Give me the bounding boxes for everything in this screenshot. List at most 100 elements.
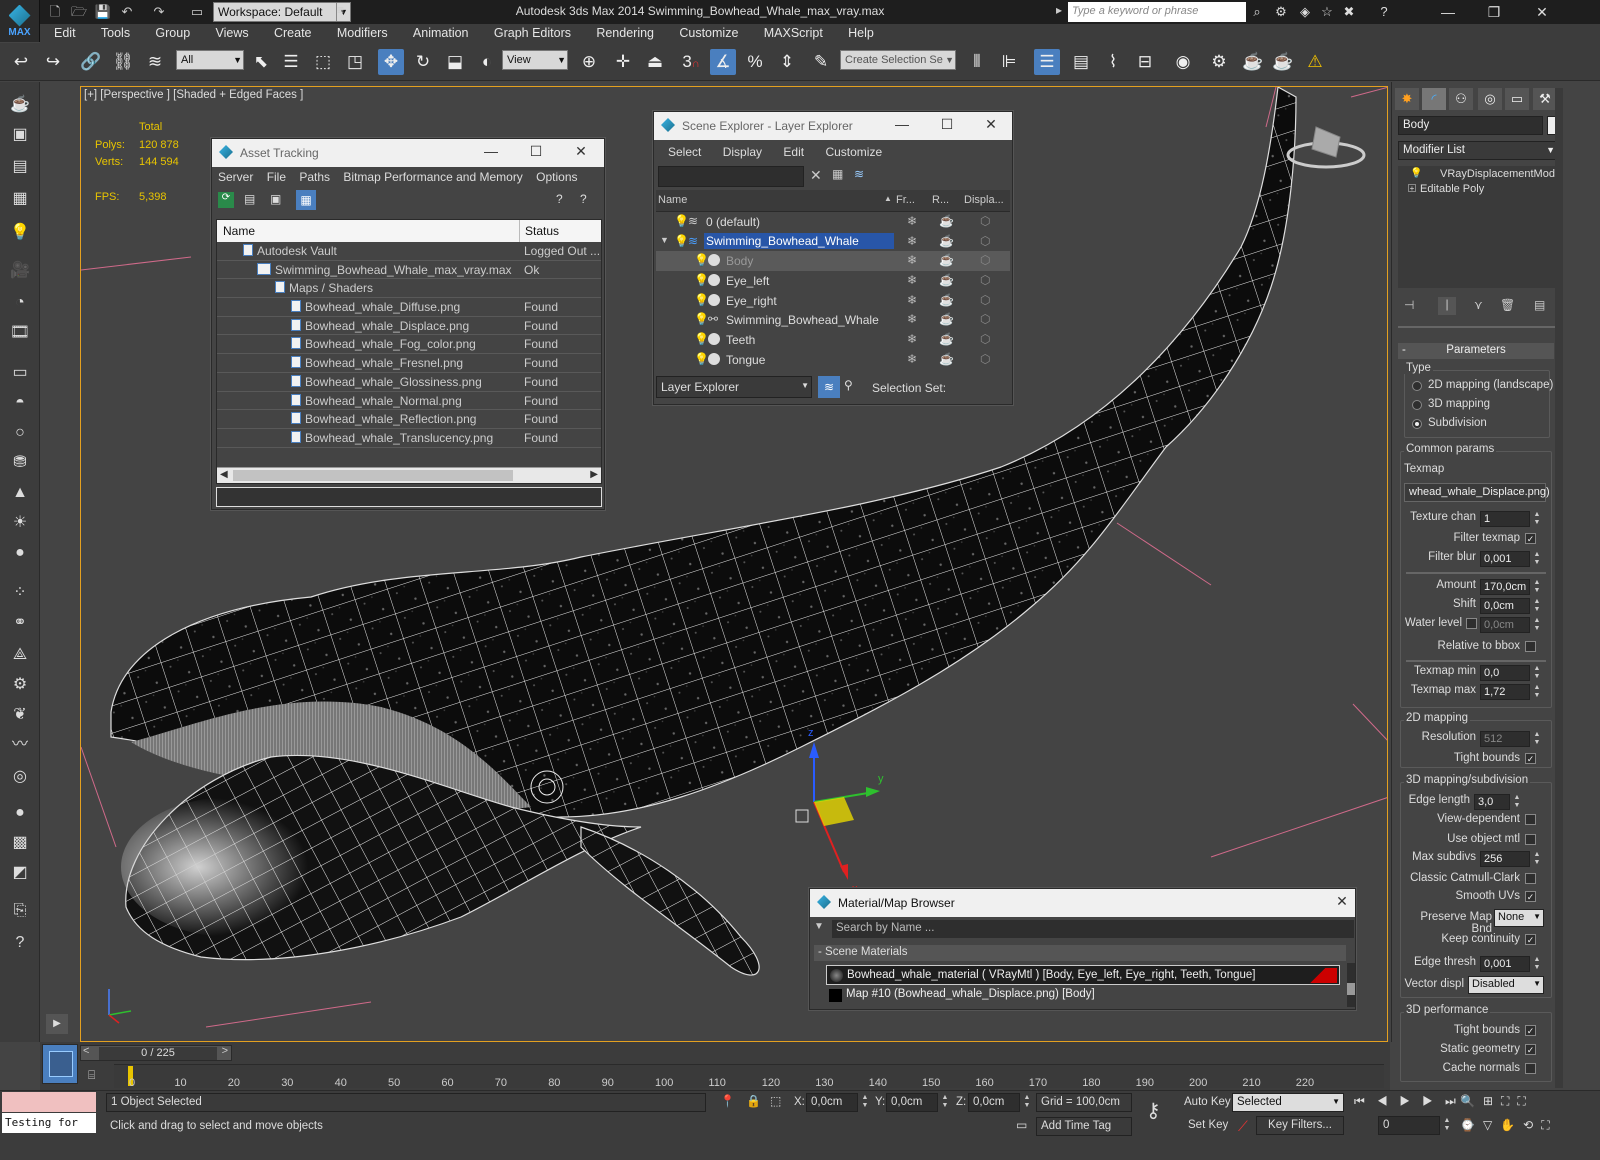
light-bulb-icon[interactable]: 💡 bbox=[1410, 168, 1422, 179]
exchange-icon[interactable]: ✖ bbox=[1340, 3, 1358, 21]
redo-icon[interactable]: ↪ bbox=[40, 49, 66, 75]
maxscript-input[interactable]: Testing for bbox=[2, 1113, 96, 1133]
col-name-header[interactable]: Name bbox=[223, 224, 255, 238]
light-bulb-icon[interactable]: 💡 bbox=[694, 333, 709, 345]
menu-rendering[interactable]: Rendering bbox=[596, 24, 654, 42]
table-view-icon[interactable]: ▦ bbox=[296, 190, 316, 210]
context-help-icon[interactable]: ? bbox=[580, 192, 587, 206]
keep-continuity-checkbox[interactable]: ✓ bbox=[1525, 934, 1536, 945]
max-subdivs-spinner[interactable]: 256 bbox=[1480, 851, 1530, 867]
freeze-icon[interactable]: ❄ bbox=[907, 234, 917, 248]
list-item[interactable]: 💡 Teeth ❄ ☕ ⬡ bbox=[656, 330, 1010, 350]
render-teapot-icon[interactable]: ☕ bbox=[939, 234, 954, 248]
table-row[interactable]: Swimming_Bowhead_Whale_max_vray.max Ok bbox=[217, 261, 601, 280]
radio-3d-mapping[interactable] bbox=[1412, 400, 1422, 410]
spinner-arrows-icon[interactable]: ▲ ▼ bbox=[1442, 1117, 1452, 1133]
rotate-icon[interactable]: ↻ bbox=[410, 49, 436, 75]
keyword-search-input[interactable]: Type a keyword or phrase bbox=[1068, 2, 1246, 22]
menu-server[interactable]: Server bbox=[218, 170, 253, 184]
light-bulb-icon[interactable]: 💡 bbox=[694, 353, 709, 365]
relative-bbox-checkbox[interactable] bbox=[1525, 641, 1536, 652]
horizontal-scrollbar[interactable]: ◀ ▶ bbox=[217, 467, 601, 483]
search-expand-icon[interactable]: ▸ bbox=[1056, 3, 1062, 17]
motion-tab-icon[interactable]: ◎ bbox=[1478, 88, 1502, 110]
list-item[interactable]: 💡 ⚯ Swimming_Bowhead_Whale ❄ ☕ ⬡ bbox=[656, 310, 1010, 330]
maximize-button[interactable]: ☐ bbox=[932, 116, 962, 133]
table-row[interactable]: Bowhead_whale_Diffuse.png Found bbox=[217, 298, 601, 317]
basket-icon[interactable]: ⛃ bbox=[7, 450, 33, 476]
view-dependent-checkbox[interactable] bbox=[1525, 814, 1536, 825]
maximize-viewport-icon[interactable]: ⛶ bbox=[1541, 1118, 1557, 1132]
map-item[interactable]: Map #10 (Bowhead_whale_Displace.png) [Bo… bbox=[826, 986, 1340, 1005]
parameters-rollout-header[interactable]: - Parameters bbox=[1398, 343, 1554, 359]
orbit-icon[interactable]: ⟲ bbox=[1523, 1118, 1541, 1132]
menu-edit[interactable]: Edit bbox=[54, 24, 76, 42]
zoom-extents-all-icon[interactable]: ⛶ bbox=[1517, 1094, 1533, 1108]
curve-editor-icon[interactable]: ⌇ bbox=[1100, 49, 1126, 75]
radio-subdivision[interactable] bbox=[1412, 419, 1422, 429]
refresh-icon[interactable]: ⟳ bbox=[218, 192, 234, 208]
play-icon[interactable]: ▶ bbox=[1400, 1094, 1423, 1108]
menu-modifiers[interactable]: Modifiers bbox=[337, 24, 388, 42]
edit-named-selection-icon[interactable]: ✎ bbox=[808, 49, 834, 75]
asset-path-field[interactable] bbox=[216, 487, 602, 507]
freeze-icon[interactable]: ❄ bbox=[907, 273, 917, 287]
bind-spacewarp-icon[interactable]: ≋ bbox=[142, 49, 168, 75]
hair-fur-icon[interactable]: 〰 bbox=[7, 732, 33, 758]
geodesic-icon[interactable]: ⟁ bbox=[7, 642, 33, 668]
spinner-arrows-icon[interactable]: ▲ ▼ bbox=[1532, 731, 1542, 747]
close-button[interactable]: ✕ bbox=[1520, 0, 1564, 24]
water-level-checkbox[interactable] bbox=[1466, 618, 1477, 629]
mini-curve-editor-icon[interactable]: ⌸ bbox=[88, 1068, 95, 1083]
scroll-thumb[interactable] bbox=[233, 470, 513, 481]
object-name-field[interactable]: Body bbox=[1398, 116, 1543, 135]
spinner-arrows-icon[interactable]: ▲ ▼ bbox=[1532, 598, 1542, 614]
clear-search-icon[interactable]: ✕ bbox=[810, 167, 822, 184]
time-tag-icon[interactable]: ▭ bbox=[1016, 1118, 1027, 1132]
frame-counter[interactable]: 0 / 225 bbox=[99, 1047, 217, 1060]
zoom-all-icon[interactable]: ⊞ bbox=[1483, 1094, 1501, 1108]
texmap-button[interactable]: whead_whale_Displace.png) bbox=[1404, 483, 1550, 502]
remove-modifier-icon[interactable]: 🗑 bbox=[1500, 298, 1515, 312]
current-frame-field[interactable]: 0 bbox=[1378, 1116, 1440, 1135]
menu-help[interactable]: Help bbox=[848, 24, 874, 42]
filter-blur-spinner[interactable]: 0,001 bbox=[1480, 551, 1530, 567]
render-production-icon[interactable]: ☕ bbox=[1270, 49, 1296, 75]
table-row[interactable]: Bowhead_whale_Glossiness.png Found bbox=[217, 373, 601, 392]
material-browser-titlebar[interactable]: Material/Map Browser ✕ bbox=[810, 889, 1355, 917]
spinner-arrows-icon[interactable]: ▲ ▼ bbox=[1512, 794, 1522, 810]
close-button[interactable]: ✕ bbox=[566, 143, 596, 160]
texture-chan-spinner[interactable]: 1 bbox=[1480, 511, 1530, 527]
box-icon[interactable]: ▭ bbox=[7, 360, 33, 386]
menu-customize[interactable]: Customize bbox=[825, 145, 882, 159]
radio-2d-mapping[interactable] bbox=[1412, 381, 1422, 391]
place-icon[interactable]: ◐ bbox=[474, 49, 500, 75]
table-row[interactable]: Bowhead_whale_Reflection.png Found bbox=[217, 410, 601, 429]
display-box-icon[interactable]: ⬡ bbox=[980, 332, 990, 346]
subscription-icon[interactable]: ◈ bbox=[1296, 3, 1314, 21]
minimize-button[interactable]: — bbox=[476, 143, 506, 159]
open-file-icon[interactable]: 🗁 bbox=[70, 3, 88, 21]
light-bulb-icon[interactable]: 💡 bbox=[694, 274, 709, 286]
camera-icon[interactable]: 🎥 bbox=[7, 258, 33, 284]
light-bulb-icon[interactable]: 💡 bbox=[674, 235, 689, 247]
menu-paths[interactable]: Paths bbox=[299, 170, 330, 184]
spinner-arrows-icon[interactable]: ▲ ▼ bbox=[1532, 551, 1542, 567]
vector-displ-dropdown[interactable]: Disabled ▼ bbox=[1468, 976, 1544, 994]
spinner-snap-icon[interactable]: ⇕ bbox=[774, 49, 800, 75]
collapse-arrow-icon[interactable]: ▼ bbox=[660, 235, 669, 245]
cache-normals-checkbox[interactable] bbox=[1525, 1063, 1536, 1074]
table-row[interactable]: Maps / Shaders bbox=[217, 279, 601, 299]
spinner-arrows-icon[interactable]: ▲ ▼ bbox=[1532, 579, 1542, 595]
set-key-button[interactable]: Set Key bbox=[1188, 1119, 1228, 1131]
layer-stack-icon[interactable]: ≋ bbox=[854, 167, 864, 181]
pin-stack-icon[interactable]: ⊣ bbox=[1404, 298, 1414, 312]
add-time-tag-button[interactable]: Add Time Tag bbox=[1036, 1117, 1132, 1136]
warning-icon[interactable]: ⚠ bbox=[1302, 49, 1328, 75]
list-icon[interactable]: ▤ bbox=[7, 154, 33, 180]
percent-snap-icon[interactable]: % bbox=[742, 49, 768, 75]
spinner-arrows-icon[interactable]: ▲ ▼ bbox=[1532, 956, 1542, 972]
snaps-toggle-icon[interactable]: 3∩ bbox=[678, 49, 704, 75]
layer-explorer-icon[interactable]: ☰ bbox=[1034, 49, 1060, 75]
go-to-start-icon[interactable]: ⏮ bbox=[1354, 1094, 1377, 1108]
